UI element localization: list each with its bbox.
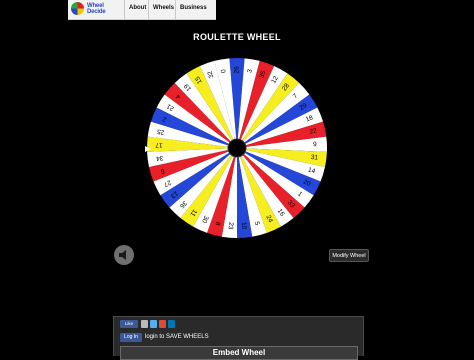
nav-divider xyxy=(124,0,125,19)
facebook-like-button[interactable]: Like xyxy=(120,320,138,328)
nav-business[interactable]: Business xyxy=(180,5,207,11)
wheel-hub[interactable] xyxy=(227,138,247,158)
logo-text-line-2: Decide xyxy=(87,9,106,15)
logo-wheel-icon xyxy=(71,2,84,15)
wheel-segment-label: 34 xyxy=(155,154,163,162)
nav-wheels[interactable]: Wheels xyxy=(153,5,174,11)
nav-bar: Wheel Decide About Wheels Business xyxy=(68,0,216,20)
nav-about[interactable]: About xyxy=(129,5,146,11)
login-button-label: Log In xyxy=(124,334,138,340)
wheel-segment-label: 23 xyxy=(227,222,235,230)
wheel-segment-label: 26 xyxy=(234,66,241,74)
facebook-login-button[interactable]: Log In xyxy=(120,333,142,342)
wheel-segment-label: 9 xyxy=(313,141,317,148)
speaker-icon xyxy=(119,250,126,260)
logo-text: Wheel Decide xyxy=(87,3,106,15)
sound-toggle-button[interactable] xyxy=(114,245,134,265)
site-logo[interactable]: Wheel Decide xyxy=(71,2,123,16)
twitter-icon[interactable] xyxy=(150,320,157,328)
roulette-wheel[interactable]: 26 3 3512287291822931142013316245102383011… xyxy=(142,53,332,243)
nav-divider xyxy=(175,0,176,19)
wheel-pointer-icon xyxy=(145,146,151,152)
bottom-panel: Like Log In login to SAVE WHEELS Embed W… xyxy=(113,316,364,360)
google-plus-icon[interactable] xyxy=(159,320,166,328)
login-save-text: login to SAVE WHEELS xyxy=(145,334,209,340)
wheel-segment-label: 10 xyxy=(240,222,248,230)
top-bar: Wheel Decide About Wheels Business xyxy=(0,0,474,20)
page-title: ROULETTE WHEEL xyxy=(193,32,281,42)
modify-wheel-button[interactable]: Modify Wheel xyxy=(329,249,369,262)
wheel-segment-label: 17 xyxy=(155,141,163,148)
embed-wheel-button[interactable]: Embed Wheel xyxy=(120,346,358,360)
wheel-segment-label: 31 xyxy=(310,154,318,162)
share-icon[interactable] xyxy=(141,320,148,328)
linkedin-icon[interactable] xyxy=(168,320,175,328)
nav-divider xyxy=(148,0,149,19)
like-label: Like xyxy=(124,321,134,326)
